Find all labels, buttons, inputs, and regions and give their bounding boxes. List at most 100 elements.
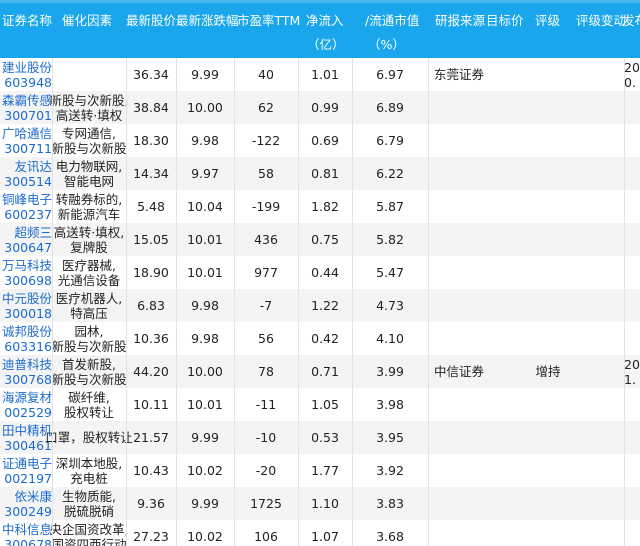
cell-inflow: 0.99 bbox=[298, 91, 352, 124]
security-name[interactable]: 诚邦股份 bbox=[2, 324, 52, 339]
security-code[interactable]: 300698 bbox=[4, 273, 52, 288]
header-pe-ttm[interactable]: 市盈率TTM bbox=[237, 14, 300, 28]
security-code[interactable]: 300678 bbox=[4, 537, 52, 546]
security-name[interactable]: 广哈通信 bbox=[2, 126, 52, 141]
publish-date-part-1: 20 bbox=[624, 356, 640, 372]
security-code[interactable]: 002529 bbox=[4, 405, 52, 420]
catalyst-line-1: 高送转·填权, bbox=[53, 224, 125, 240]
catalyst-line-2: 智能电网 bbox=[63, 173, 114, 189]
catalyst-line-2: 股权转让 bbox=[63, 404, 114, 420]
publish-date-part-2: 0. bbox=[624, 74, 636, 90]
security-name[interactable]: 迪普科技 bbox=[2, 357, 52, 372]
cell-pe: 56 bbox=[234, 322, 298, 355]
security-name[interactable]: 中科信息 bbox=[2, 522, 52, 537]
latest-change: 9.99 bbox=[191, 430, 219, 445]
security-name[interactable]: 森霸传感 bbox=[2, 93, 52, 108]
table-row[interactable]: 广哈通信 300711 专网通信, 新股与次新股 18.30 9.98 -122 0.69 6.… bbox=[0, 124, 640, 157]
header-rating-change[interactable]: 评级变动 bbox=[576, 14, 626, 28]
header-rating[interactable]: 评级 bbox=[535, 14, 560, 28]
table-row[interactable]: 中科信息 300678 央企国资改革, 国资四西行动 27.23 10.02 106 1.07… bbox=[0, 520, 640, 546]
column-divider bbox=[176, 58, 177, 546]
cell-catalyst: 专网通信, 新股与次新股 bbox=[52, 124, 127, 157]
security-name[interactable]: 海源复材 bbox=[2, 390, 52, 405]
security-code[interactable]: 300647 bbox=[4, 240, 52, 255]
header-publish-date[interactable]: 发布 bbox=[622, 14, 640, 28]
security-code[interactable]: 300018 bbox=[4, 306, 52, 321]
security-code[interactable]: 300701 bbox=[4, 108, 52, 123]
security-name[interactable]: 万马科技 bbox=[2, 258, 52, 273]
cell-security: 万马科技 300698 bbox=[0, 256, 52, 289]
header-date-clip: 发布 bbox=[622, 14, 640, 30]
cell-catalyst: 高送转·填权, 复牌股 bbox=[52, 223, 126, 256]
latest-change: 9.99 bbox=[191, 67, 219, 82]
security-name[interactable]: 友讯达 bbox=[14, 159, 52, 174]
table-row[interactable]: 诚邦股份 603316 园林, 新股与次新股 10.36 9.98 56 0.42 4.10 bbox=[0, 322, 640, 355]
cell-publish-date bbox=[624, 124, 640, 157]
cell-rating bbox=[520, 388, 576, 421]
pe-ttm: 56 bbox=[258, 331, 274, 346]
security-name[interactable]: 中元股份 bbox=[2, 291, 52, 306]
security-name[interactable]: 建业股份 bbox=[2, 60, 52, 75]
table-header: 证券名称 催化因素 最新股价 最新涨跌幅 市盈率TTM 净流入 （亿） /流通市… bbox=[0, 0, 640, 58]
cell-rating bbox=[520, 223, 576, 256]
table-row[interactable]: 万马科技 300698 医疗器械, 光通信设备 18.90 10.01 977 0.44 5.4… bbox=[0, 256, 640, 289]
cell-price: 10.43 bbox=[126, 454, 176, 487]
cell-change: 9.99 bbox=[176, 421, 234, 454]
security-code[interactable]: 300514 bbox=[4, 174, 52, 189]
latest-change: 9.99 bbox=[191, 496, 219, 511]
table-row[interactable]: 中元股份 300018 医疗机器人, 特高压 6.83 9.98 -7 1.22 4.73 bbox=[0, 289, 640, 322]
security-code[interactable]: 300768 bbox=[4, 372, 52, 387]
cell-rating: 增持 bbox=[520, 355, 576, 388]
cell-security: 迪普科技 300768 bbox=[0, 355, 52, 388]
security-code[interactable]: 300249 bbox=[4, 504, 52, 519]
table-row[interactable]: 海源复材 002529 碳纤维, 股权转让 10.11 10.01 -11 1.05 3.98 bbox=[0, 388, 640, 421]
header-catalyst[interactable]: 催化因素 bbox=[62, 14, 112, 28]
security-code[interactable]: 603948 bbox=[4, 75, 52, 90]
security-code[interactable]: 300711 bbox=[4, 141, 52, 156]
security-code[interactable]: 002197 bbox=[4, 471, 52, 486]
catalyst-line-2: 国资四西行动 bbox=[51, 536, 127, 546]
latest-price: 18.30 bbox=[133, 133, 169, 148]
latest-change: 9.97 bbox=[191, 166, 219, 181]
float-ratio: 5.87 bbox=[376, 199, 404, 214]
latest-price: 36.34 bbox=[133, 67, 169, 82]
header-net-inflow[interactable]: 净流入 bbox=[306, 14, 344, 28]
latest-change: 10.04 bbox=[187, 199, 223, 214]
header-latest-change[interactable]: 最新涨跌幅 bbox=[176, 14, 239, 28]
float-ratio: 3.99 bbox=[376, 364, 404, 379]
header-report-source[interactable]: 研报来源 bbox=[435, 14, 485, 28]
cell-ratio: 3.95 bbox=[352, 421, 428, 454]
latest-price: 9.36 bbox=[137, 496, 165, 511]
security-name[interactable]: 铜峰电子 bbox=[2, 192, 52, 207]
table-row[interactable]: 建业股份 603948 36.34 9.99 40 1.01 6.97 东莞证券 20 0. bbox=[0, 58, 640, 91]
table-row[interactable]: 迪普科技 300768 首发新股, 新股与次新股 44.20 10.00 78 0.71 3.9… bbox=[0, 355, 640, 388]
table-row[interactable]: 依米康 300249 生物质能, 脱硫脱硝 9.36 9.99 1725 1.10 3.83 bbox=[0, 487, 640, 520]
header-security-name[interactable]: 证券名称 bbox=[2, 14, 52, 28]
latest-price: 15.05 bbox=[133, 232, 169, 247]
table-row[interactable]: 田中精机 300461 口罩，股权转让 21.57 9.99 -10 0.53 3.95 bbox=[0, 421, 640, 454]
header-latest-price[interactable]: 最新股价 bbox=[126, 14, 176, 28]
table-row[interactable]: 铜峰电子 600237 转融券标的, 新能源汽车 5.48 10.04 -199 1.82 5.… bbox=[0, 190, 640, 223]
security-code[interactable]: 603316 bbox=[4, 339, 52, 354]
security-name[interactable]: 证通电子 bbox=[2, 456, 52, 471]
cell-rating bbox=[520, 454, 576, 487]
cell-source bbox=[428, 256, 490, 289]
pe-ttm: 40 bbox=[258, 67, 274, 82]
cell-inflow: 0.44 bbox=[298, 256, 352, 289]
header-float-ratio[interactable]: /流通市值 bbox=[365, 14, 419, 28]
table-row[interactable]: 友讯达 300514 电力物联网, 智能电网 14.34 9.97 58 0.81 6.22 bbox=[0, 157, 640, 190]
table-row[interactable]: 证通电子 002197 深圳本地股, 充电桩 10.43 10.02 -20 1.77 3.92 bbox=[0, 454, 640, 487]
cell-price: 15.05 bbox=[126, 223, 176, 256]
cell-security: 广哈通信 300711 bbox=[0, 124, 52, 157]
header-target-price[interactable]: 目标价 bbox=[486, 14, 524, 28]
cell-catalyst: 医疗器械, 光通信设备 bbox=[52, 256, 126, 289]
catalyst-line-1: 生物质能, bbox=[62, 488, 116, 504]
security-code[interactable]: 600237 bbox=[4, 207, 52, 222]
security-name[interactable]: 依米康 bbox=[14, 489, 52, 504]
security-name[interactable]: 超频三 bbox=[14, 225, 52, 240]
table-row[interactable]: 森霸传感 300701 新股与次新股, 高送转·填权 38.84 10.00 62 0.99 6… bbox=[0, 91, 640, 124]
float-ratio: 4.73 bbox=[376, 298, 404, 313]
table-row[interactable]: 超频三 300647 高送转·填权, 复牌股 15.05 10.01 436 0.75 5.82 bbox=[0, 223, 640, 256]
pe-ttm: 436 bbox=[254, 232, 278, 247]
cell-ratio: 4.73 bbox=[352, 289, 428, 322]
